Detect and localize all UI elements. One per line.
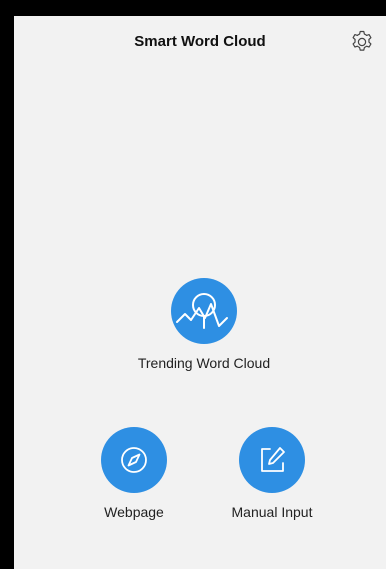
manual-input-button[interactable]: Manual Input bbox=[192, 427, 352, 520]
compass-icon bbox=[121, 447, 147, 473]
trending-search-icon bbox=[176, 293, 228, 329]
gear-icon bbox=[352, 30, 372, 51]
trending-word-cloud-button[interactable]: Trending Word Cloud bbox=[124, 278, 284, 371]
manual-input-icon-circle bbox=[239, 427, 305, 493]
settings-button[interactable] bbox=[349, 29, 375, 55]
app-screen: Smart Word Cloud Trending Word Cloud Web… bbox=[14, 16, 386, 569]
page-title: Smart Word Cloud bbox=[134, 33, 266, 50]
webpage-icon-circle bbox=[101, 427, 167, 493]
trending-word-cloud-label: Trending Word Cloud bbox=[137, 355, 271, 371]
webpage-button[interactable]: Webpage bbox=[54, 427, 214, 520]
manual-input-label: Manual Input bbox=[231, 504, 313, 520]
trending-icon-circle bbox=[171, 278, 237, 344]
edit-icon bbox=[261, 447, 285, 472]
webpage-label: Webpage bbox=[104, 504, 164, 520]
